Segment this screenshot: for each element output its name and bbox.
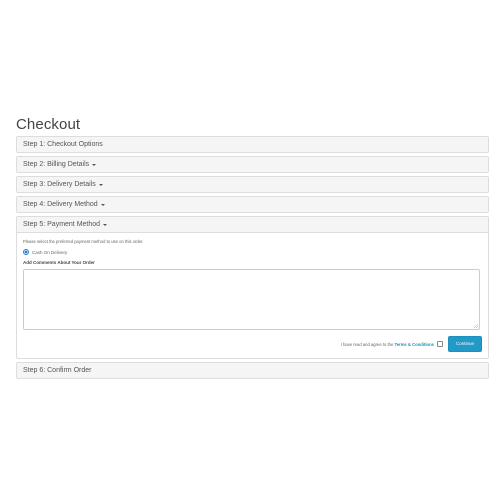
step-2-label: Step 2: Billing Details — [23, 161, 90, 168]
agree-row: I have read and agree to the Terms & Con… — [23, 336, 482, 352]
step-4-label: Step 4: Delivery Method — [23, 201, 98, 208]
caret-down-icon — [100, 204, 105, 206]
payment-method-body: Please select the preferred payment meth… — [17, 232, 488, 358]
step-6-panel: Step 6: Confirm Order — [16, 362, 489, 379]
step-3-panel: Step 3: Delivery Details — [16, 176, 489, 193]
payment-help-text: Please select the preferred payment meth… — [23, 239, 144, 244]
resize-handle-icon[interactable] — [474, 324, 478, 328]
step-2-panel: Step 2: Billing Details — [16, 156, 489, 173]
step-3-heading[interactable]: Step 3: Delivery Details — [17, 177, 488, 192]
agree-text: I have read and agree to the Terms & Con… — [341, 342, 434, 347]
checkout-accordion: Step 1: Checkout Options Step 2: Billing… — [16, 136, 489, 382]
step-5-label: Step 5: Payment Method — [23, 221, 101, 228]
step-1-panel: Step 1: Checkout Options — [16, 136, 489, 153]
step-5-panel: Step 5: Payment Method Please select the… — [16, 216, 489, 359]
caret-down-icon — [98, 184, 103, 186]
step-6-heading[interactable]: Step 6: Confirm Order — [17, 363, 488, 378]
step-4-panel: Step 4: Delivery Method — [16, 196, 489, 213]
step-1-heading[interactable]: Step 1: Checkout Options — [17, 137, 488, 152]
agree-prefix: I have read and agree to the — [340, 341, 394, 347]
comments-label: Add Comments About Your Order — [23, 260, 95, 265]
caret-down-icon — [92, 164, 97, 166]
step-2-heading[interactable]: Step 2: Billing Details — [17, 157, 488, 172]
step-6-label: Step 6: Confirm Order — [23, 367, 92, 374]
page-title: Checkout — [16, 116, 81, 133]
checkout-page: Checkout Step 1: Checkout Options Step 2… — [0, 0, 500, 500]
comments-textarea[interactable] — [23, 269, 480, 330]
continue-button[interactable]: Continue — [447, 336, 482, 352]
radio-selected-icon[interactable] — [23, 249, 29, 255]
payment-option-cod[interactable]: Cash On Delivery — [23, 249, 482, 255]
agree-checkbox[interactable] — [436, 341, 443, 347]
step-3-label: Step 3: Delivery Details — [23, 181, 96, 188]
terms-link[interactable]: Terms & Conditions — [395, 342, 434, 347]
step-4-heading[interactable]: Step 4: Delivery Method — [17, 197, 488, 212]
step-5-heading[interactable]: Step 5: Payment Method — [17, 217, 488, 232]
payment-option-label: Cash On Delivery — [32, 249, 68, 255]
caret-down-icon — [103, 224, 108, 226]
step-1-label: Step 1: Checkout Options — [23, 141, 103, 148]
